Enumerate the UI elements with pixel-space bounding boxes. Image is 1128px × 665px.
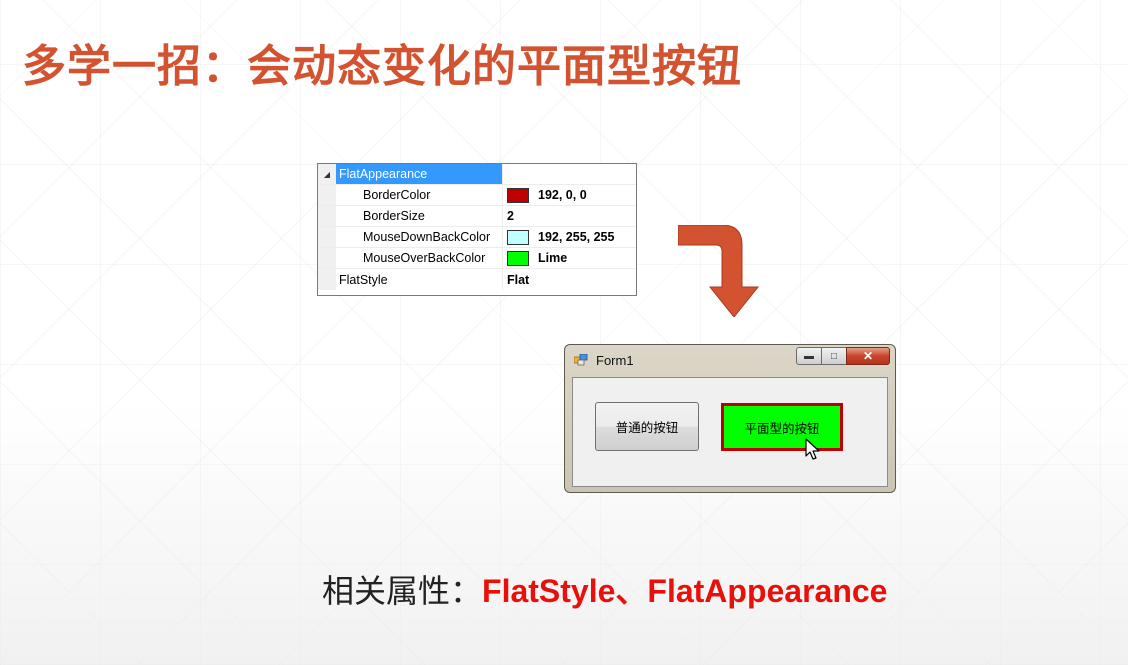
- prop-name: BorderSize: [336, 206, 503, 226]
- prop-value[interactable]: 2: [503, 206, 636, 226]
- flat-button[interactable]: 平面型的按钮: [721, 403, 843, 451]
- related-properties-label: 相关属性：: [322, 572, 483, 610]
- prop-value-text: 192, 255, 255: [538, 230, 615, 244]
- prop-name: MouseOverBackColor: [336, 248, 503, 268]
- maximize-icon: □: [830, 350, 838, 362]
- color-swatch: [507, 250, 529, 266]
- window-client-area: 普通的按钮 平面型的按钮: [572, 377, 888, 487]
- prop-row-bordersize[interactable]: BorderSize 2: [318, 206, 636, 227]
- prop-name: MouseDownBackColor: [336, 227, 503, 247]
- related-properties: 相关属性：FlatStyle、FlatAppearance: [322, 568, 887, 614]
- prop-name: FlatStyle: [336, 269, 503, 290]
- form1-window: Form1 ▬ □ ✕ 普通的按钮 平面型的按钮: [564, 344, 896, 493]
- arrow-shape: [678, 225, 760, 317]
- maximize-button[interactable]: □: [821, 347, 847, 365]
- window-titlebar[interactable]: Form1 ▬ □ ✕: [565, 345, 895, 375]
- caption-buttons: ▬ □ ✕: [796, 347, 890, 365]
- prop-row-flatappearance[interactable]: ◢ FlatAppearance: [318, 164, 636, 185]
- prop-value-text: 192, 0, 0: [538, 188, 587, 202]
- prop-row-flatstyle[interactable]: FlatStyle Flat: [318, 269, 636, 290]
- prop-row-mouseoverbackcolor[interactable]: MouseOverBackColor Lime: [318, 248, 636, 269]
- property-grid: ◢ FlatAppearance BorderColor 192, 0, 0 B…: [317, 163, 637, 296]
- prop-value[interactable]: Flat: [503, 269, 636, 290]
- color-swatch: [507, 229, 529, 245]
- mouse-cursor-icon: [805, 438, 820, 460]
- prop-value[interactable]: Lime: [503, 248, 636, 268]
- color-swatch: [507, 187, 529, 203]
- normal-button[interactable]: 普通的按钮: [595, 402, 699, 451]
- prop-row-bordercolor[interactable]: BorderColor 192, 0, 0: [318, 185, 636, 206]
- minimize-icon: ▬: [804, 350, 814, 362]
- prop-value-text: Lime: [538, 251, 568, 265]
- prop-row-mousedownbackcolor[interactable]: MouseDownBackColor 192, 255, 255: [318, 227, 636, 248]
- related-properties-value: FlatStyle、FlatAppearance: [482, 573, 888, 609]
- curved-arrow-icon: [678, 225, 760, 317]
- prop-value[interactable]: 192, 0, 0: [503, 185, 636, 205]
- prop-name: FlatAppearance: [336, 164, 503, 184]
- app-icon: [574, 354, 588, 366]
- prop-value[interactable]: 192, 255, 255: [503, 227, 636, 247]
- window-title: Form1: [596, 353, 634, 368]
- slide-title: 多学一招：会动态变化的平面型按钮: [22, 41, 742, 92]
- prop-name: BorderColor: [336, 185, 503, 205]
- prop-value[interactable]: [503, 164, 636, 184]
- close-icon: ✕: [862, 349, 874, 363]
- collapse-triangle-icon[interactable]: ◢: [318, 164, 336, 184]
- close-button[interactable]: ✕: [846, 347, 890, 365]
- minimize-button[interactable]: ▬: [796, 347, 822, 365]
